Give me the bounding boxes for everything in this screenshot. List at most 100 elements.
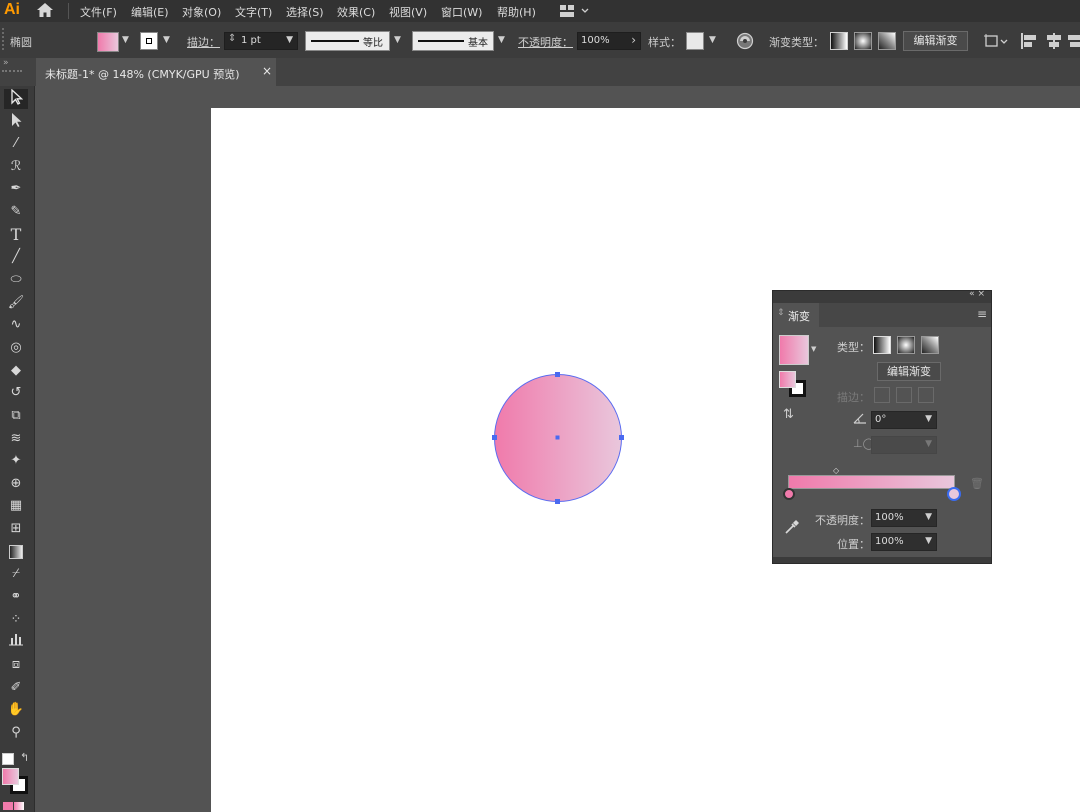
symbol-sprayer-icon[interactable]: ⁘ — [4, 610, 28, 630]
chevron-down-icon[interactable]: ▼ — [811, 345, 816, 353]
menu-type[interactable]: 文字(T) — [235, 4, 272, 20]
menu-effect[interactable]: 效果(C) — [337, 4, 375, 20]
slice-tool-icon[interactable]: ✐ — [4, 678, 28, 698]
scale-tool-icon[interactable]: ⧉ — [4, 406, 28, 426]
type-tool-icon[interactable]: T — [4, 225, 28, 245]
linear-gradient-icon[interactable] — [873, 336, 891, 354]
chevron-down-icon[interactable]: ▼ — [163, 35, 170, 45]
chevron-down-icon[interactable]: ▼ — [498, 35, 505, 45]
angle-field[interactable]: 0° ▼ — [871, 411, 937, 429]
eraser-icon[interactable]: ◆ — [4, 361, 28, 381]
pen-tool-icon[interactable]: ✒ — [4, 179, 28, 199]
artboard-tool-icon[interactable]: ⧈ — [4, 655, 28, 675]
stroke-swatch[interactable] — [140, 32, 158, 50]
stroke-within-icon — [874, 387, 890, 403]
workspace-switcher-icon[interactable] — [560, 5, 590, 20]
midpoint-diamond-icon[interactable]: ◇ — [833, 466, 839, 475]
blend-tool-icon[interactable]: ⚭ — [4, 587, 28, 607]
menu-help[interactable]: 帮助(H) — [497, 4, 536, 20]
chevron-down-icon[interactable]: ▼ — [122, 35, 129, 45]
stroke-weight-field[interactable]: ⇕ 1 pt ▼ — [224, 32, 298, 50]
freeform-gradient-icon[interactable] — [878, 32, 896, 50]
panel-collapse-close-icons[interactable]: « × — [969, 289, 985, 299]
gradient-tab[interactable]: ⇕ 渐变 — [773, 303, 819, 327]
fill-color-box[interactable] — [2, 768, 19, 785]
trash-icon[interactable]: 🗑 — [970, 477, 984, 490]
stroke-label[interactable]: 描边： — [187, 34, 220, 50]
magic-wand-icon[interactable]: ⁄ — [4, 134, 28, 154]
hand-tool-icon[interactable]: ✋ — [4, 700, 28, 720]
document-tab[interactable]: 未标题-1* @ 148% (CMYK/GPU 预览) × — [36, 58, 276, 86]
gradient-mode-icon[interactable] — [14, 802, 24, 810]
rotate-view-icon[interactable]: ↺ — [4, 383, 28, 403]
shape-builder-icon[interactable]: ⊕ — [4, 474, 28, 494]
gradient-slider[interactable] — [788, 475, 955, 489]
edit-gradient-button[interactable]: 编辑渐变 — [903, 31, 968, 51]
stop-opacity-field[interactable]: 100% ▼ — [871, 509, 937, 527]
edit-gradient-button[interactable]: 编辑渐变 — [877, 362, 941, 381]
menu-select[interactable]: 选择(S) — [286, 4, 324, 20]
menu-object[interactable]: 对象(O) — [182, 4, 221, 20]
perspective-grid-icon[interactable]: ▦ — [4, 496, 28, 516]
shaper-tool-icon[interactable]: ∿ — [4, 315, 28, 335]
chevron-down-icon[interactable]: ▼ — [394, 35, 401, 45]
collapse-toolbar-icon[interactable]: » — [3, 58, 9, 68]
align-left-icon[interactable] — [1020, 32, 1038, 53]
swap-colors-icon[interactable]: ↰ — [20, 751, 29, 764]
zoom-tool-icon[interactable]: ⚲ — [4, 723, 28, 743]
menu-edit[interactable]: 编辑(E) — [131, 4, 169, 20]
linear-gradient-icon[interactable] — [830, 32, 848, 50]
home-icon[interactable] — [36, 2, 54, 21]
radial-gradient-icon[interactable] — [854, 32, 872, 50]
menu-view[interactable]: 视图(V) — [389, 4, 427, 20]
selection-tool-icon[interactable] — [4, 88, 28, 109]
gradient-type-label: 渐变类型： — [769, 36, 824, 49]
eyedropper-icon[interactable]: ⌿ — [4, 564, 28, 584]
close-tab-icon[interactable]: × — [262, 64, 272, 78]
chevron-down-icon[interactable]: ▼ — [709, 35, 716, 45]
line-tool-icon[interactable]: ╱ — [4, 247, 28, 267]
ellipse-tool-icon[interactable]: ⬭ — [4, 270, 28, 290]
opacity-field[interactable]: 100% › — [577, 32, 641, 50]
selected-ellipse[interactable] — [488, 369, 628, 509]
width-tool-icon[interactable]: ≋ — [4, 429, 28, 449]
menu-file[interactable]: 文件(F) — [80, 4, 117, 20]
brush-definition[interactable]: 基本 — [412, 31, 494, 51]
lasso-icon[interactable]: ℛ — [4, 157, 28, 177]
rotate-tool-icon[interactable]: ◎ — [4, 338, 28, 358]
direct-selection-tool-icon[interactable] — [4, 112, 28, 132]
mesh-tool-icon[interactable]: ⊞ — [4, 519, 28, 539]
stop-location-field[interactable]: 100% ▼ — [871, 533, 937, 551]
fill-color-box[interactable] — [779, 371, 796, 388]
eyedropper-icon[interactable] — [784, 519, 800, 538]
menu-window[interactable]: 窗口(W) — [441, 4, 482, 20]
curvature-tool-icon[interactable]: ✎ — [4, 202, 28, 222]
grip-icon — [2, 70, 22, 75]
reverse-gradient-icon[interactable]: ⇅ — [783, 407, 794, 422]
aspect-ratio-field: ▼ — [871, 436, 937, 454]
freeform-gradient-icon[interactable] — [921, 336, 939, 354]
stroke-label: 描边： — [837, 391, 870, 404]
transform-icon[interactable] — [984, 32, 1010, 53]
recolor-artwork-icon[interactable] — [736, 32, 754, 50]
align-right-icon[interactable] — [1068, 32, 1080, 53]
color-stop-end[interactable] — [947, 487, 961, 501]
gradient-tool-icon[interactable] — [4, 542, 28, 562]
gradient-preview-swatch[interactable] — [779, 335, 809, 365]
column-graph-icon[interactable] — [4, 632, 28, 652]
variable-width-profile[interactable]: 等比 — [305, 31, 390, 51]
opacity-label[interactable]: 不透明度： — [518, 34, 573, 50]
graphic-style-swatch[interactable] — [686, 32, 704, 50]
default-colors-icon[interactable] — [2, 753, 14, 765]
radial-gradient-icon[interactable] — [897, 336, 915, 354]
location-label: 位置： — [837, 538, 870, 551]
color-stop-start[interactable] — [783, 488, 795, 500]
panel-resize-handle[interactable] — [773, 557, 991, 563]
color-mode-icon[interactable] — [3, 802, 13, 810]
panel-menu-icon[interactable]: ≡ — [977, 307, 987, 321]
paintbrush-icon[interactable]: 🖌 — [4, 293, 28, 313]
align-center-icon[interactable] — [1045, 32, 1063, 53]
fill-swatch[interactable] — [97, 32, 119, 52]
puppet-warp-icon[interactable]: ✦ — [4, 451, 28, 471]
opacity-label: 不透明度： — [815, 514, 870, 527]
